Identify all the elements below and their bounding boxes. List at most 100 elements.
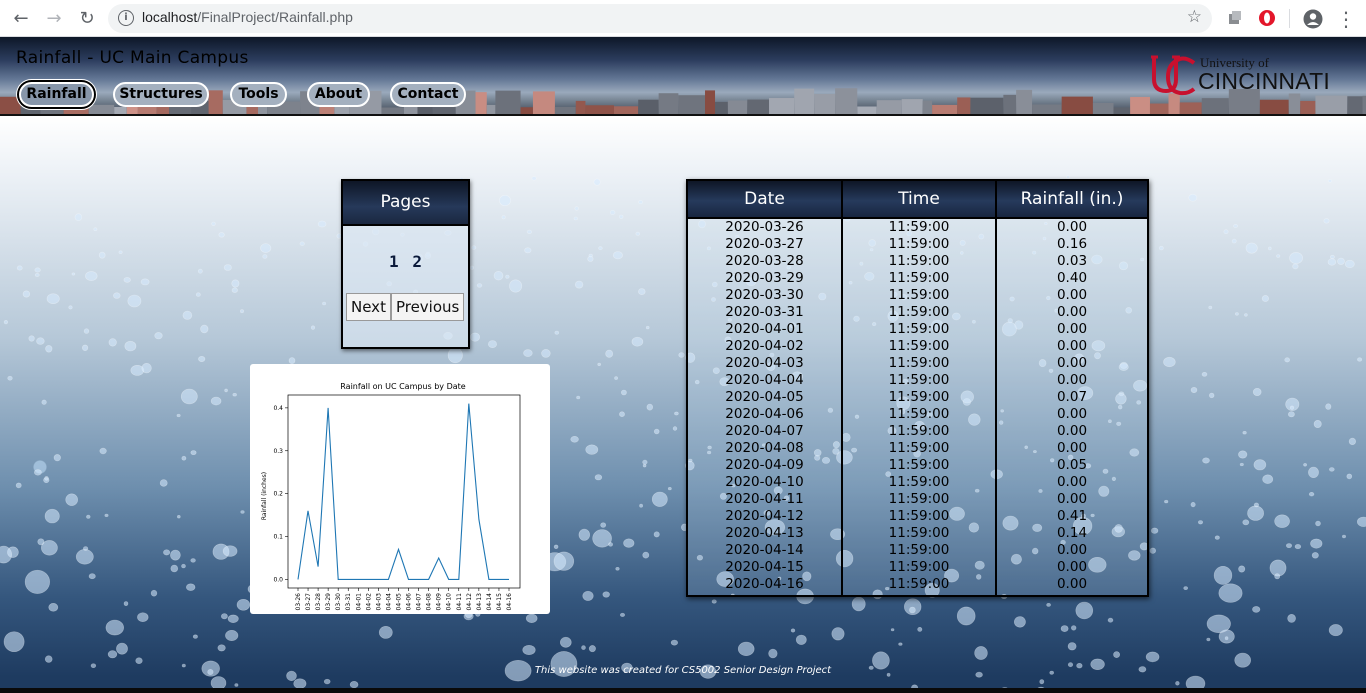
bookmark-star-icon[interactable]: ☆ [1187, 7, 1202, 27]
chart-x-tick-label: 04-15 [496, 593, 503, 611]
nav-structures[interactable]: Structures [113, 82, 209, 107]
chart-x-tick-label: 04-04 [385, 593, 392, 611]
rainfall-header: Rainfall (in.) [997, 181, 1147, 219]
date-cell: 2020-03-31 [725, 304, 804, 320]
chart-x-tick-label: 04-14 [486, 593, 493, 611]
extension-icon[interactable] [1226, 9, 1244, 27]
rainfall-cell: 0.00 [1056, 440, 1088, 456]
date-cell: 2020-04-04 [725, 372, 804, 388]
chart-x-tick-label: 04-07 [416, 593, 423, 611]
time-cell: 11:59:00 [888, 372, 950, 388]
rainfall-cell: 0.00 [1056, 287, 1088, 303]
url-text[interactable]: localhost/FinalProject/Rainfall.php [142, 9, 353, 25]
next-button[interactable]: Next [346, 293, 391, 321]
date-cell: 2020-04-14 [725, 542, 804, 558]
rainfall-cell: 0.00 [1056, 576, 1088, 592]
site-info-icon[interactable]: i [118, 10, 134, 26]
date-cell: 2020-04-13 [725, 525, 804, 541]
reload-icon[interactable]: ↻ [75, 7, 99, 31]
rainfall-cell: 0.00 [1056, 423, 1088, 439]
forward-icon[interactable]: → [42, 7, 66, 31]
chart-svg: Rainfall on UC Campus by Date Rainfall (… [261, 382, 521, 611]
previous-button[interactable]: Previous [390, 293, 465, 321]
back-icon[interactable]: ← [9, 7, 33, 31]
time-cell: 11:59:00 [888, 270, 950, 286]
time-column: Time 11:59:00 11:59:00 11:59:00 11:59:00 11:… [843, 181, 997, 595]
page-link-2[interactable]: 2 [412, 252, 422, 271]
menu-icon[interactable]: ⋮ [1334, 7, 1358, 31]
uc-monogram-icon [1151, 55, 1196, 96]
date-cell: 2020-03-27 [725, 236, 804, 252]
nav-tools[interactable]: Tools [230, 82, 287, 107]
nav-contact[interactable]: Contact [390, 82, 466, 107]
chart-x-tick-label: 03-27 [305, 593, 312, 611]
time-cell: 11:59:00 [888, 321, 950, 337]
profile-icon[interactable] [1303, 9, 1323, 29]
opera-icon[interactable] [1258, 9, 1276, 27]
date-cell: 2020-04-06 [725, 406, 804, 422]
time-cell: 11:59:00 [888, 423, 950, 439]
time-cell: 11:59:00 [888, 576, 950, 592]
date-cell: 2020-03-29 [725, 270, 804, 286]
chart-x-tick-label: 04-05 [395, 593, 402, 611]
chart-y-tick-label: 0.4 [273, 405, 283, 412]
date-cell: 2020-04-07 [725, 423, 804, 439]
pager-buttons: Next Previous [346, 293, 465, 321]
nav-rainfall[interactable]: Rainfall [19, 82, 94, 107]
date-header: Date [688, 181, 841, 219]
time-cell: 11:59:00 [888, 525, 950, 541]
time-cell: 11:59:00 [888, 474, 950, 490]
chart-y-tick-label: 0.2 [273, 491, 283, 498]
pagination-title: Pages [343, 181, 468, 226]
rainfall-column: Rainfall (in.) 0.00 0.16 0.03 0.40 0.00 0.00 0… [997, 181, 1147, 595]
rainfall-cell: 0.16 [1056, 236, 1088, 252]
date-cell: 2020-03-28 [725, 253, 804, 269]
chart-x-tick-label: 04-08 [426, 593, 433, 611]
rainfall-cell: 0.14 [1056, 525, 1088, 541]
chart-y-tick-label: 0.3 [273, 448, 283, 455]
nav-about[interactable]: About [307, 82, 370, 107]
chart-y-tick-label: 0.0 [273, 576, 283, 583]
page-title: Rainfall - UC Main Campus [16, 48, 249, 68]
rainfall-table: Date 2020-03-26 2020-03-27 2020-03-28 2020-… [686, 179, 1149, 597]
date-cell: 2020-04-16 [725, 576, 804, 592]
time-cell: 11:59:00 [888, 491, 950, 507]
page-links: 1 2 [343, 252, 468, 271]
rainfall-cell: 0.00 [1056, 491, 1088, 507]
chart-x-tick-label: 04-10 [446, 593, 453, 611]
chart-x-tick-label: 04-13 [476, 593, 483, 611]
date-cell: 2020-04-02 [725, 338, 804, 354]
bottom-strip [0, 688, 1366, 693]
raindrops-background [0, 175, 1366, 693]
rainfall-cell: 0.00 [1056, 474, 1088, 490]
rainfall-cell: 0.07 [1056, 389, 1088, 405]
time-cell: 11:59:00 [888, 236, 950, 252]
date-cell: 2020-04-11 [725, 491, 804, 507]
time-cell: 11:59:00 [888, 287, 950, 303]
page-link-1[interactable]: 1 [389, 252, 399, 271]
rainfall-cell: 0.00 [1056, 338, 1088, 354]
time-cell: 11:59:00 [888, 542, 950, 558]
rainfall-cell: 0.00 [1056, 304, 1088, 320]
chart-x-tick-label: 04-12 [466, 593, 473, 611]
date-cell: 2020-04-12 [725, 508, 804, 524]
time-cell: 11:59:00 [888, 389, 950, 405]
time-cell: 11:59:00 [888, 253, 950, 269]
time-cell: 11:59:00 [888, 304, 950, 320]
date-cell: 2020-04-01 [725, 321, 804, 337]
chart-x-tick-label: 04-01 [355, 593, 362, 611]
rainfall-cell: 0.40 [1056, 270, 1088, 286]
address-bar[interactable]: i localhost/FinalProject/Rainfall.php ☆ [108, 4, 1212, 33]
rainfall-chart: Rainfall on UC Campus by Date Rainfall (… [250, 364, 550, 614]
chart-x-tick-label: 04-09 [436, 593, 443, 611]
uc-logo[interactable]: University of CINCINNATI [1150, 53, 1350, 99]
time-cell: 11:59:00 [888, 559, 950, 575]
site-header: Rainfall - UC Main Campus Rainfall Struc… [0, 37, 1366, 116]
time-cell: 11:59:00 [888, 338, 950, 354]
time-cell: 11:59:00 [888, 219, 950, 235]
chart-x-tick-label: 03-30 [335, 593, 342, 611]
chart-x-tick-label: 04-02 [365, 593, 372, 611]
rainfall-cell: 0.00 [1056, 559, 1088, 575]
date-cell: 2020-04-10 [725, 474, 804, 490]
chart-x-tick-label: 03-26 [295, 593, 302, 611]
